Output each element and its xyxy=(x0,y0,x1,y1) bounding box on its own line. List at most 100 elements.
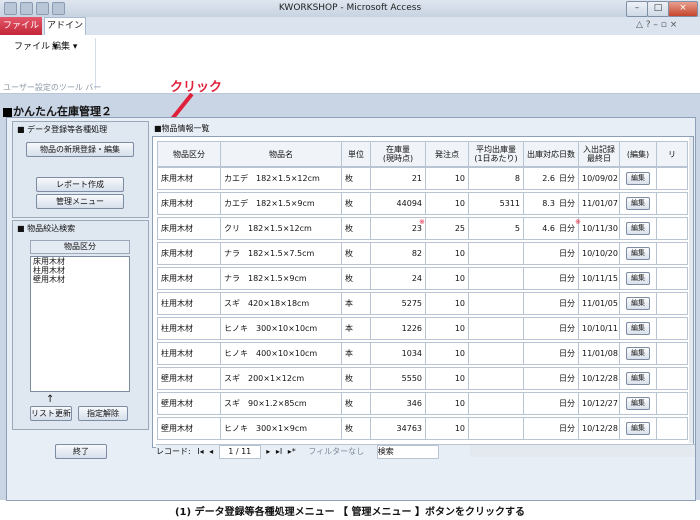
grid-cell-order[interactable]: 10 xyxy=(425,242,469,265)
record-position[interactable]: 1 / 11 xyxy=(218,445,261,459)
grid-cell-cat[interactable]: 壁用木材 xyxy=(157,392,221,415)
prev-record-button[interactable]: ◂ xyxy=(209,447,213,456)
grid-cell-avg[interactable]: 5 xyxy=(468,217,524,240)
grid-cell-extra[interactable] xyxy=(656,292,688,315)
grid-cell-edit[interactable]: 編集 xyxy=(619,192,657,215)
grid-cell-edit[interactable]: 編集 xyxy=(619,367,657,390)
grid-cell-cat[interactable]: 柱用木材 xyxy=(157,317,221,340)
last-record-button[interactable]: ▸I xyxy=(276,447,282,456)
grid-cell-name[interactable]: ナラ 182×1.5×9cm xyxy=(220,267,342,290)
grid-cell-cat[interactable]: 床用木材 xyxy=(157,267,221,290)
grid-cell-days[interactable]: 日分 xyxy=(523,392,579,415)
edit-button[interactable]: 編集 xyxy=(626,322,650,335)
grid-cell-order[interactable]: 10 xyxy=(425,317,469,340)
grid-cell-name[interactable]: クリ 182×1.5×12cm xyxy=(220,217,342,240)
grid-cell-name[interactable]: カエデ 182×1.5×9cm xyxy=(220,192,342,215)
clear-filter-button[interactable]: 指定解除 xyxy=(78,406,128,421)
table-row[interactable]: 柱用木材 スギ 420×18×18cm 本 5275 10 日分 11/01/05 編集 xyxy=(157,292,688,315)
grid-cell-stock[interactable]: 5275 xyxy=(370,292,426,315)
grid-cell-stock[interactable]: 1034 xyxy=(370,342,426,365)
grid-cell-unit[interactable]: 枚 xyxy=(341,242,371,265)
grid-cell-date[interactable]: 10/12/28 xyxy=(578,417,620,440)
grid-cell-date[interactable]: 10/11/15 xyxy=(578,267,620,290)
grid-cell-extra[interactable] xyxy=(656,242,688,265)
grid-cell-extra[interactable] xyxy=(656,317,688,340)
list-refresh-button[interactable]: リスト更新 xyxy=(30,406,72,421)
vertical-scrollbar[interactable] xyxy=(689,137,693,443)
grid-cell-name[interactable]: ヒノキ 300×10×10cm xyxy=(220,317,342,340)
grid-cell-edit[interactable]: 編集 xyxy=(619,317,657,340)
grid-cell-date[interactable]: 10/12/27 xyxy=(578,392,620,415)
edit-button[interactable]: 編集 xyxy=(626,347,650,360)
grid-cell-date[interactable]: 10/11/30 xyxy=(578,217,620,240)
grid-cell-avg[interactable] xyxy=(468,317,524,340)
category-listbox[interactable]: 床用木材 柱用木材 壁用木材 xyxy=(30,256,130,392)
grid-cell-stock[interactable]: 44094 xyxy=(370,192,426,215)
table-row[interactable]: 柱用木材 ヒノキ 400×10×10cm 本 1034 10 日分 11/01/08 編集 xyxy=(157,342,688,365)
grid-cell-unit[interactable]: 本 xyxy=(341,292,371,315)
menu-edit[interactable]: 編集 ▾ xyxy=(52,39,77,52)
edit-button[interactable]: 編集 xyxy=(626,197,650,210)
management-menu-button[interactable]: 管理メニュー xyxy=(36,194,124,209)
list-item[interactable]: 柱用木材 xyxy=(31,266,129,275)
grid-cell-date[interactable]: 10/10/11 xyxy=(578,317,620,340)
grid-cell-stock[interactable]: 82 xyxy=(370,242,426,265)
grid-cell-extra[interactable] xyxy=(656,267,688,290)
edit-button[interactable]: 編集 xyxy=(626,247,650,260)
grid-cell-unit[interactable]: 枚 xyxy=(341,192,371,215)
grid-cell-edit[interactable]: 編集 xyxy=(619,167,657,190)
grid-cell-edit[interactable]: 編集 xyxy=(619,392,657,415)
minimize-button[interactable]: – xyxy=(626,1,648,17)
grid-cell-cat[interactable]: 柱用木材 xyxy=(157,292,221,315)
grid-cell-cat[interactable]: 床用木材 xyxy=(157,242,221,265)
tab-addin[interactable]: アドイン xyxy=(44,17,86,36)
grid-cell-days[interactable]: 日分 xyxy=(523,267,579,290)
grid-cell-stock[interactable]: 1226 xyxy=(370,317,426,340)
grid-cell-order[interactable]: 10 xyxy=(425,342,469,365)
grid-cell-edit[interactable]: 編集 xyxy=(619,217,657,240)
grid-cell-avg[interactable] xyxy=(468,292,524,315)
maximize-button[interactable]: □ xyxy=(647,1,669,17)
edit-button[interactable]: 編集 xyxy=(626,297,650,310)
grid-cell-unit[interactable]: 枚 xyxy=(341,167,371,190)
table-row[interactable]: 床用木材 ナラ 182×1.5×9cm 枚 24 10 日分 10/11/15 編集 xyxy=(157,267,688,290)
edit-button[interactable]: 編集 xyxy=(626,172,650,185)
grid-cell-cat[interactable]: 床用木材 xyxy=(157,192,221,215)
grid-cell-name[interactable]: ヒノキ 300×1×9cm xyxy=(220,417,342,440)
grid-cell-unit[interactable]: 枚 xyxy=(341,417,371,440)
grid-cell-order[interactable]: 10 xyxy=(425,192,469,215)
grid-cell-extra[interactable] xyxy=(656,192,688,215)
edit-button[interactable]: 編集 xyxy=(626,222,650,235)
edit-button[interactable]: 編集 xyxy=(626,397,650,410)
table-row[interactable]: 柱用木材 ヒノキ 300×10×10cm 本 1226 10 日分 10/10/11 編集 xyxy=(157,317,688,340)
grid-cell-extra[interactable] xyxy=(656,367,688,390)
grid-cell-stock[interactable]: 5550 xyxy=(370,367,426,390)
grid-cell-edit[interactable]: 編集 xyxy=(619,267,657,290)
grid-cell-extra[interactable] xyxy=(656,392,688,415)
table-row[interactable]: 壁用木材 スギ 200×1×12cm 枚 5550 10 日分 10/12/28 編集 xyxy=(157,367,688,390)
grid-cell-avg[interactable] xyxy=(468,342,524,365)
grid-cell-avg[interactable] xyxy=(468,417,524,440)
grid-cell-name[interactable]: スギ 90×1.2×85cm xyxy=(220,392,342,415)
grid-cell-edit[interactable]: 編集 xyxy=(619,292,657,315)
horizontal-scrollbar[interactable] xyxy=(470,444,695,457)
grid-cell-extra[interactable] xyxy=(656,217,688,240)
grid-cell-cat[interactable]: 床用木材 xyxy=(157,167,221,190)
grid-cell-name[interactable]: ヒノキ 400×10×10cm xyxy=(220,342,342,365)
grid-cell-name[interactable]: ナラ 182×1.5×7.5cm xyxy=(220,242,342,265)
grid-cell-date[interactable]: 11/01/07 xyxy=(578,192,620,215)
grid-cell-unit[interactable]: 本 xyxy=(341,317,371,340)
grid-cell-cat[interactable]: 壁用木材 xyxy=(157,417,221,440)
grid-cell-avg[interactable] xyxy=(468,267,524,290)
grid-cell-date[interactable]: 11/01/08 xyxy=(578,342,620,365)
grid-cell-edit[interactable]: 編集 xyxy=(619,417,657,440)
grid-cell-avg[interactable]: 8 xyxy=(468,167,524,190)
grid-cell-days[interactable]: 日分 xyxy=(523,417,579,440)
grid-cell-unit[interactable]: 枚 xyxy=(341,367,371,390)
new-item-button[interactable]: 物品の新規登録・編集 xyxy=(26,142,134,157)
grid-cell-days[interactable]: 8.3 日分 xyxy=(523,192,579,215)
grid-cell-order[interactable]: 10 xyxy=(425,392,469,415)
grid-cell-extra[interactable] xyxy=(656,342,688,365)
grid-cell-name[interactable]: カエデ 182×1.5×12cm xyxy=(220,167,342,190)
table-row[interactable]: 床用木材 カエデ 182×1.5×12cm 枚 21 10 8 2.6 日分 10/09/02 編… xyxy=(157,167,688,190)
